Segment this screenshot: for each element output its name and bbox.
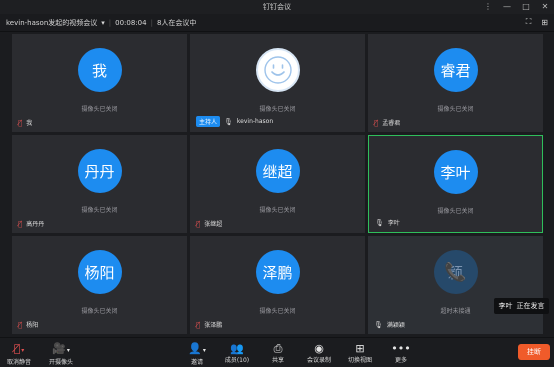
host-badge: 主持人 — [196, 116, 221, 127]
phone-icon: 📞 — [444, 261, 467, 283]
camera-status: 摄像头已关闭 — [81, 308, 118, 315]
calling-avatar: 颖 📞 — [433, 250, 478, 294]
record-label: 会议录制 — [306, 357, 331, 364]
mic-muted-icon: 🎙̸ — [374, 118, 379, 127]
meeting-duration: 00:08:04 — [115, 19, 147, 27]
camera-status: 摄像头已关闭 — [259, 106, 296, 113]
meeting-info-bar: kevin-hason发起的视频会议 ▾ | 00:08:04 | 8人在会议中… — [0, 14, 554, 32]
maximize-icon[interactable]: □ — [521, 1, 531, 13]
avatar: 丹丹 — [77, 149, 122, 193]
speaking-tooltip: 李叶 正在发言 — [494, 298, 549, 314]
more-label: 更多 — [394, 357, 407, 364]
participant-name: kevin-hason — [236, 118, 274, 125]
end-call-button[interactable]: 挂断 — [518, 344, 550, 360]
fullscreen-icon[interactable]: ⛶ — [526, 17, 532, 27]
participant-tile[interactable]: 泽鹏 摄像头已关闭 🎙̸ 张泽鹏 — [190, 236, 365, 334]
avatar: 继超 — [255, 149, 300, 193]
participant-name: 高丹丹 — [26, 221, 45, 228]
participant-tile-speaking[interactable]: 李叶 摄像头已关闭 🎙 李叶 — [368, 135, 543, 233]
unmute-label: 取消静音 — [6, 359, 31, 366]
participant-name: 孟睿君 — [382, 120, 401, 127]
participant-name: 张继超 — [204, 221, 223, 228]
window-titlebar: 钉钉会议 ⋮ — □ ✕ — [0, 0, 554, 14]
speaker-name: 李叶 — [498, 302, 513, 310]
camera-status: 摄像头已关闭 — [81, 207, 118, 214]
participant-tile[interactable]: 摄像头已关闭 主持人 🎙 kevin-hason — [190, 34, 365, 132]
participant-name: 张泽鹏 — [204, 322, 223, 329]
switch-view-label: 切换视图 — [347, 357, 372, 364]
avatar: 泽鹏 — [255, 250, 300, 294]
participant-tile[interactable]: 睿君 摄像头已关闭 🎙̸ 孟睿君 — [368, 34, 543, 132]
meeting-title[interactable]: kevin-hason发起的视频会议 — [6, 18, 97, 28]
invite-label: 邀请 — [190, 359, 203, 366]
avatar: 李叶 — [433, 150, 478, 194]
participant-name: 我 — [26, 120, 33, 127]
participant-tile[interactable]: 我 摄像头已关闭 🎙̸ 我 — [12, 34, 187, 132]
mic-muted-icon: 🎙̸ — [196, 219, 201, 228]
camera-status: 摄像头已关闭 — [259, 207, 296, 214]
camera-label: 开摄像头 — [48, 359, 73, 366]
meeting-toolbar: 🎙̸▾ 取消静音 🎥▾ 开摄像头 👤▾ 邀请 👥 成员(10) ⎙ 共享 ◉ 会… — [0, 337, 554, 367]
chevron-down-icon[interactable]: ▾ — [101, 19, 105, 27]
mic-muted-icon: 🎙̸ — [18, 320, 23, 329]
divider: | — [150, 19, 153, 27]
more-dots-icon: ••• — [391, 342, 411, 355]
camera-status: 摄像头已关闭 — [81, 106, 118, 113]
avatar: 杨阳 — [77, 250, 122, 294]
participant-name: 杨阳 — [26, 322, 39, 329]
avatar — [255, 48, 300, 92]
speaker-status: 正在发言 — [516, 302, 545, 310]
camera-status: 摄像头已关闭 — [259, 308, 296, 315]
mic-icon: 🎙 — [375, 218, 384, 227]
members-label: 成员(10) — [224, 357, 250, 364]
participant-tile-calling[interactable]: 颖 📞 超时未接通 🎙 满颖颖 — [368, 236, 543, 334]
camera-status: 摄像头已关闭 — [437, 106, 474, 113]
more-button[interactable]: ••• 更多 — [376, 342, 426, 364]
divider: | — [108, 19, 112, 27]
participant-tile[interactable]: 杨阳 摄像头已关闭 🎙̸ 杨阳 — [12, 236, 187, 334]
window-controls: ⋮ — □ ✕ — [483, 1, 550, 13]
participant-name: 满颖颖 — [386, 322, 405, 329]
window-title: 钉钉会议 — [263, 3, 291, 11]
camera-button[interactable]: 🎥▾ 开摄像头 — [36, 342, 86, 366]
avatar: 睿君 — [433, 48, 478, 92]
minimize-icon[interactable]: — — [502, 1, 512, 13]
grid-layout-icon[interactable]: ⊞ — [541, 18, 548, 27]
smile-icon — [263, 56, 292, 84]
close-icon[interactable]: ✕ — [540, 1, 550, 13]
more-options-icon[interactable]: ⋮ — [483, 1, 493, 13]
participant-name: 李叶 — [387, 220, 400, 227]
participant-tile[interactable]: 继超 摄像头已关闭 🎙̸ 张继超 — [190, 135, 365, 233]
camera-status: 摄像头已关闭 — [437, 208, 474, 215]
participant-count: 8人在会议中 — [156, 19, 197, 27]
camera-off-icon: 🎥▾ — [52, 342, 70, 355]
mic-muted-icon: 🎙̸ — [18, 219, 23, 228]
participant-tile[interactable]: 丹丹 摄像头已关闭 🎙̸ 高丹丹 — [12, 135, 187, 233]
mic-muted-icon: 🎙̸ — [18, 118, 23, 127]
mic-icon: 🎙 — [224, 117, 233, 126]
avatar: 我 — [77, 48, 122, 92]
mic-icon: 🎙 — [374, 320, 383, 329]
share-label: 共享 — [271, 357, 284, 364]
mic-muted-icon: 🎙̸ — [196, 320, 201, 329]
